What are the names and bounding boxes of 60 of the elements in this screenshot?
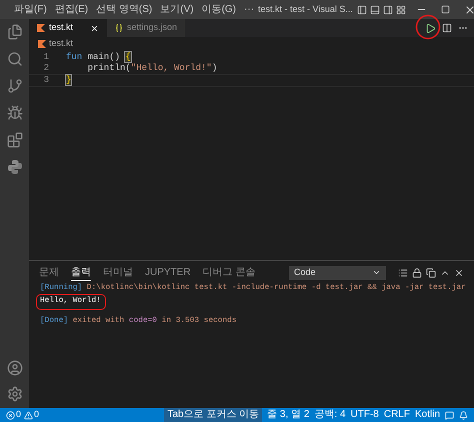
menu-item[interactable]: 이동(G) [198, 2, 240, 17]
copy-icon[interactable] [426, 268, 436, 278]
run-debug-icon[interactable] [6, 105, 22, 121]
clear-output-icon[interactable] [398, 268, 408, 278]
panel-tab[interactable]: 터미널 [103, 265, 133, 280]
status-item[interactable]: Tab으로 포커스 이동 [164, 408, 262, 422]
line-number: 3 [42, 75, 50, 86]
toggle-secondary-sidebar-icon[interactable] [382, 4, 393, 14]
line-number: 1 [42, 52, 50, 63]
status-item[interactable]: Kotlin [414, 408, 440, 422]
split-editor-icon[interactable] [442, 23, 452, 33]
close-panel-icon[interactable] [454, 268, 464, 278]
extensions-icon[interactable] [6, 132, 22, 148]
python-logo-icon[interactable] [6, 159, 22, 175]
menu-item[interactable]: 편집(E) [50, 2, 92, 17]
lock-icon[interactable] [412, 268, 422, 278]
explorer-icon[interactable] [6, 24, 22, 40]
panel-tab[interactable]: 출력 [71, 264, 91, 280]
menu-item[interactable]: 파일(F) [10, 2, 51, 17]
status-item[interactable]: 줄 3, 열 2 [267, 408, 310, 422]
panel-tab[interactable]: 문제 [39, 265, 59, 280]
settings-icon[interactable] [6, 386, 22, 402]
warning-icon[interactable] [24, 410, 34, 420]
search-icon[interactable] [6, 51, 22, 67]
menu-item[interactable]: 보기(V) [156, 2, 198, 17]
annotation-circle [415, 14, 441, 40]
close-tab-icon[interactable] [90, 24, 99, 32]
notifications-icon[interactable] [459, 410, 468, 420]
chevron-down-icon [372, 268, 381, 277]
warning-count[interactable]: 0 [34, 408, 40, 422]
layout-icon[interactable] [396, 4, 406, 14]
breadcrumb[interactable]: test.kt [49, 37, 74, 51]
code-line: println("Hello, World!") [86, 63, 218, 74]
maximize-icon [441, 5, 450, 14]
panel-tab[interactable]: 디버그 콘솔 [202, 265, 256, 280]
line-number: 2 [42, 63, 50, 74]
toggle-panel-icon[interactable] [370, 4, 380, 14]
menu-item[interactable]: ··· [240, 2, 258, 17]
feedback-icon[interactable] [445, 410, 454, 420]
tab-label: test.kt [49, 21, 74, 34]
run-icon[interactable] [425, 22, 436, 34]
tab-label: settings.json [126, 21, 177, 34]
error-icon[interactable] [6, 410, 15, 420]
code-line: fun main() { [65, 52, 131, 63]
error-count[interactable]: 0 [16, 408, 22, 422]
panel-tab[interactable]: JUPYTER [145, 265, 191, 280]
close-icon [464, 4, 474, 16]
account-icon[interactable] [6, 360, 22, 376]
output-channel-dropdown[interactable]: Code [289, 266, 386, 280]
braces-icon [115, 24, 123, 32]
status-item[interactable]: 공백: 4 [314, 408, 346, 422]
window-title: test.kt - test - Visual S... [258, 2, 353, 16]
menu-item[interactable]: 선택 영역(S) [92, 2, 156, 17]
status-item[interactable]: UTF-8 [350, 408, 379, 422]
annotation-loop [36, 294, 106, 310]
editor-tab[interactable]: test.kt [29, 19, 107, 37]
editor-tab[interactable]: settings.json [107, 19, 185, 37]
toggle-sidebar-icon[interactable] [356, 4, 367, 14]
source-control-icon[interactable] [6, 78, 22, 94]
status-item[interactable]: CRLF [384, 408, 410, 422]
